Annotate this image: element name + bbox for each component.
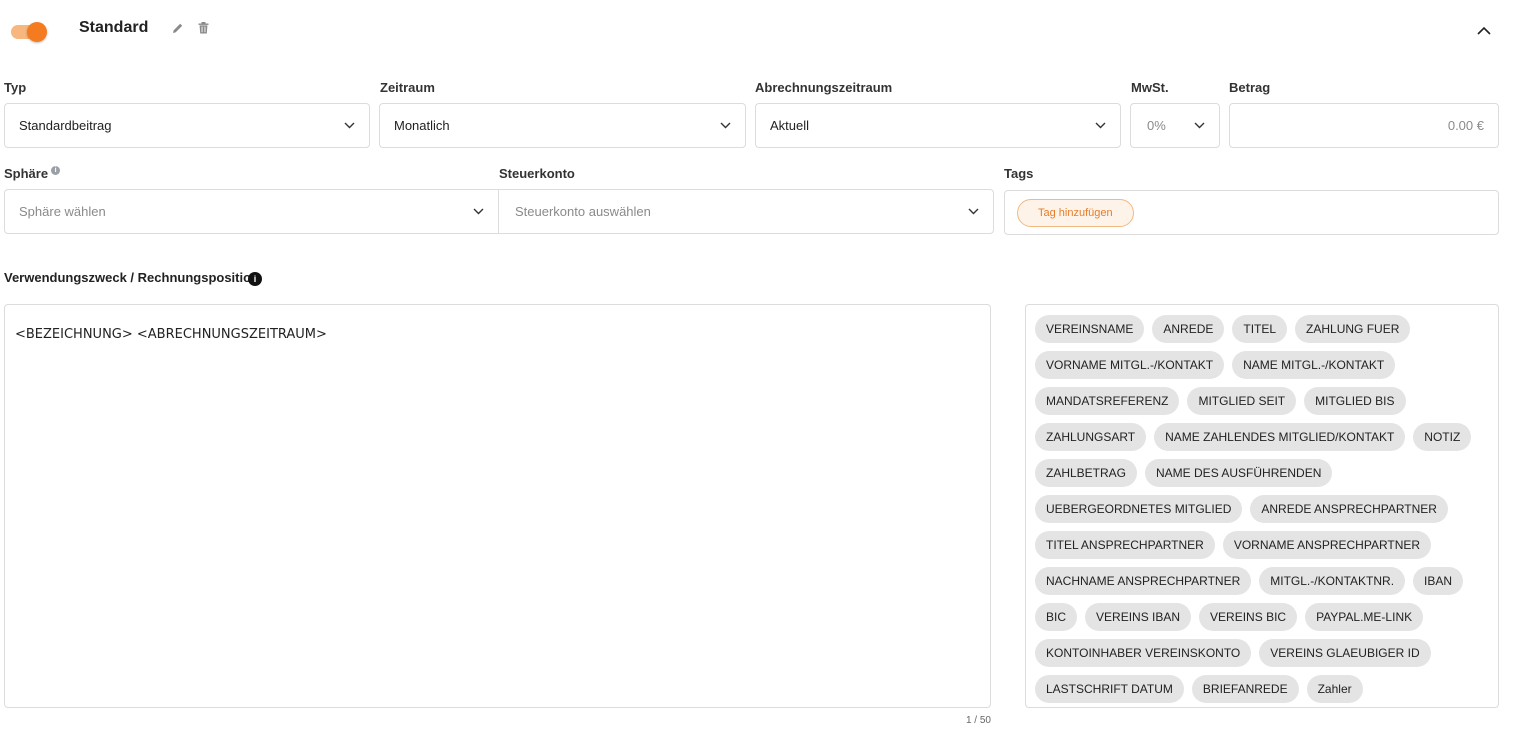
placeholder-chip[interactable]: NAME DES AUSFÜHRENDEN — [1145, 459, 1333, 487]
placeholder-chip[interactable]: ZAHLUNG FUER — [1295, 315, 1411, 343]
placeholder-chip[interactable]: UEBERGEORDNETES MITGLIED — [1035, 495, 1243, 523]
placeholder-chip[interactable]: NOTIZ — [1413, 423, 1472, 451]
trash-icon[interactable] — [195, 20, 211, 36]
placeholder-chip[interactable]: VEREINS GLAEUBIGER ID — [1259, 639, 1431, 667]
add-tag-button[interactable]: Tag hinzufügen — [1017, 198, 1134, 227]
zeitraum-value: Monatlich — [394, 118, 450, 133]
placeholder-chip[interactable]: NAME MITGL.-/KONTAKT — [1232, 351, 1396, 379]
typ-label: Typ — [4, 80, 27, 95]
active-toggle[interactable] — [11, 21, 47, 43]
placeholder-chip[interactable]: TITEL ANSPRECHPARTNER — [1035, 531, 1215, 559]
placeholder-chip[interactable]: NACHNAME ANSPRECHPARTNER — [1035, 567, 1252, 595]
abrechnungszeitraum-value: Aktuell — [770, 118, 810, 133]
sphaere-select[interactable]: Sphäre wählen — [4, 189, 499, 234]
placeholder-chip[interactable]: MANDATSREFERENZ — [1035, 387, 1180, 415]
tags-box: Tag hinzufügen — [1004, 190, 1499, 235]
betrag-input[interactable]: 0.00 € — [1229, 103, 1499, 148]
chevron-down-icon — [1094, 122, 1106, 130]
sphaere-placeholder: Sphäre wählen — [19, 204, 106, 219]
placeholder-chip[interactable]: VEREINS IBAN — [1085, 603, 1192, 631]
placeholder-chip[interactable]: MITGL.-/KONTAKTNR. — [1259, 567, 1406, 595]
page-title: Standard — [79, 19, 149, 36]
pencil-icon[interactable] — [170, 20, 186, 36]
verwendungszweck-label: Verwendungszweck / Rechnungsposition — [4, 270, 259, 285]
placeholder-chip[interactable]: VORNAME ANSPRECHPARTNER — [1222, 531, 1432, 559]
character-counter: 1 / 50 — [965, 715, 991, 726]
zeitraum-label: Zeitraum — [380, 80, 435, 95]
placeholder-chip[interactable]: NAME ZAHLENDES MITGLIED/KONTAKT — [1154, 423, 1406, 451]
typ-select[interactable]: Standardbeitrag — [4, 103, 370, 148]
tags-label: Tags — [1004, 166, 1034, 181]
verwendungszweck-textarea[interactable]: <BEZEICHNUNG> <ABRECHNUNGSZEITRAUM> — [4, 304, 991, 708]
placeholder-chip[interactable]: VEREINS BIC — [1199, 603, 1298, 631]
placeholder-chip[interactable]: MITGLIED BIS — [1304, 387, 1406, 415]
chevron-down-icon — [1193, 122, 1205, 130]
placeholder-chip[interactable]: KONTOINHABER VEREINSKONTO — [1035, 639, 1252, 667]
chevron-down-icon — [719, 122, 731, 130]
mwst-value: 0% — [1147, 118, 1166, 133]
sphaere-label: Sphäre i — [4, 166, 61, 182]
info-icon[interactable]: i — [51, 166, 61, 175]
steuerkonto-placeholder: Steuerkonto auswählen — [515, 204, 651, 219]
chevron-down-icon — [343, 122, 355, 130]
placeholder-chip[interactable]: LASTSCHRIFT DATUM — [1035, 675, 1184, 703]
betrag-value: 0.00 € — [1447, 118, 1484, 133]
placeholder-chip[interactable]: BRIEFANREDE — [1191, 675, 1299, 703]
chevron-down-icon — [472, 208, 484, 216]
collapse-chevron-up-icon[interactable] — [1474, 21, 1494, 39]
steuerkonto-select[interactable]: Steuerkonto auswählen — [498, 189, 994, 234]
placeholder-chip[interactable]: ZAHLUNGSART — [1035, 423, 1147, 451]
toggle-knob — [27, 22, 47, 42]
placeholder-chip[interactable]: IBAN — [1413, 567, 1464, 595]
placeholder-chip[interactable]: ANREDE ANSPRECHPARTNER — [1250, 495, 1448, 523]
betrag-label: Betrag — [1229, 80, 1271, 95]
placeholder-chip[interactable]: VEREINSNAME — [1035, 315, 1145, 343]
mwst-label: MwSt. — [1131, 80, 1169, 95]
abrechnungszeitraum-label: Abrechnungszeitraum — [755, 80, 893, 95]
steuerkonto-label: Steuerkonto — [499, 166, 575, 181]
mwst-select[interactable]: 0% — [1130, 103, 1220, 148]
placeholder-chip[interactable]: TITEL — [1232, 315, 1288, 343]
placeholder-chip[interactable]: ZAHLBETRAG — [1035, 459, 1138, 487]
placeholder-chip[interactable]: ANREDE — [1152, 315, 1225, 343]
placeholder-chip[interactable]: MITGLIED SEIT — [1187, 387, 1297, 415]
placeholder-chip[interactable]: BIC — [1035, 603, 1078, 631]
placeholder-chip[interactable]: PAYPAL.ME-LINK — [1305, 603, 1424, 631]
zeitraum-select[interactable]: Monatlich — [379, 103, 746, 148]
placeholder-chip[interactable]: VORNAME MITGL.-/KONTAKT — [1035, 351, 1225, 379]
info-icon[interactable]: i — [248, 272, 262, 286]
chevron-down-icon — [967, 208, 979, 216]
abrechnungszeitraum-select[interactable]: Aktuell — [755, 103, 1121, 148]
placeholder-chip-list: VEREINSNAME ANREDE TITEL ZAHLUNG FUER VORNAM… — [1025, 304, 1499, 708]
typ-value: Standardbeitrag — [19, 118, 112, 133]
placeholder-chip[interactable]: Zahler — [1306, 675, 1363, 703]
sphaere-label-text: Sphäre — [4, 166, 49, 181]
